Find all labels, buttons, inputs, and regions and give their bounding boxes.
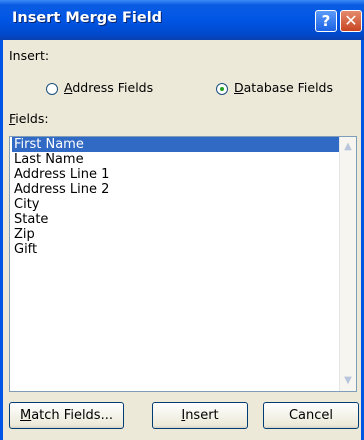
close-button[interactable]: ✕	[340, 10, 362, 32]
address-fields-label[interactable]: Address Fields	[64, 80, 153, 95]
address-fields-radio-circle[interactable]	[46, 83, 58, 95]
list-item[interactable]: Last Name	[12, 152, 339, 167]
list-item[interactable]: City	[12, 197, 339, 212]
list-item[interactable]: State	[12, 212, 339, 227]
match-fields-button[interactable]: Match Fields...	[9, 402, 124, 429]
scroll-up-icon[interactable]: ▲	[340, 139, 356, 155]
list-item[interactable]: Zip	[12, 227, 339, 242]
list-item[interactable]: Gift	[12, 242, 339, 257]
close-icon: ✕	[344, 11, 358, 30]
list-item[interactable]: Address Line 2	[12, 182, 339, 197]
list-item[interactable]: First Name	[12, 137, 339, 152]
list-item[interactable]: Address Line 1	[12, 167, 339, 182]
insert-button[interactable]: Insert	[152, 402, 248, 429]
help-button[interactable]: ?	[315, 10, 337, 32]
help-icon: ?	[321, 12, 331, 30]
insert-label: Insert:	[9, 48, 50, 63]
cancel-button[interactable]: Cancel	[263, 402, 359, 429]
database-fields-radio-circle[interactable]	[216, 83, 228, 95]
title-bar[interactable]: Insert Merge Field ? ✕	[0, 0, 364, 40]
window-title: Insert Merge Field	[12, 10, 163, 26]
fields-listbox[interactable]: First Name Last Name Address Line 1 Addr…	[9, 136, 357, 392]
scroll-down-icon[interactable]: ▼	[340, 373, 356, 389]
listbox-scrollbar[interactable]: ▲ ▼	[339, 137, 356, 391]
fields-label: Fields:	[9, 111, 49, 126]
database-fields-label[interactable]: Database Fields	[234, 80, 333, 95]
